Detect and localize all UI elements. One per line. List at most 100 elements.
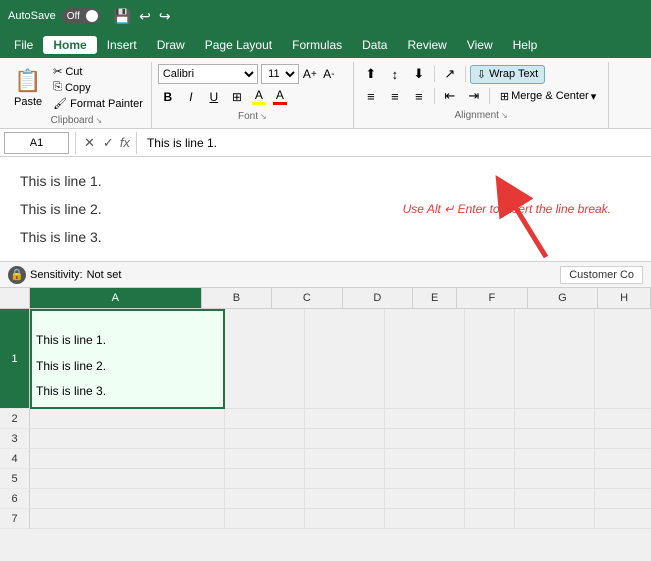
formula-cancel-button[interactable]: ✕ [82,133,97,153]
menu-help[interactable]: Help [503,36,548,54]
cell-a7[interactable] [30,509,225,529]
cell-g6[interactable] [595,489,651,509]
cell-g7[interactable] [595,509,651,529]
cell-b1[interactable] [225,309,305,409]
row-num-3[interactable]: 3 [0,429,30,449]
align-bottom-button[interactable]: ⬇ [408,64,430,84]
cell-f6[interactable] [515,489,595,509]
col-header-e[interactable]: E [413,288,457,308]
cell-e3[interactable] [465,429,515,449]
cell-b6[interactable] [225,489,305,509]
cell-e2[interactable] [465,409,515,429]
copy-button[interactable]: ⎘ Copy [51,80,145,95]
cell-g4[interactable] [595,449,651,469]
align-left-button[interactable]: ≡ [360,86,382,106]
redo-icon[interactable]: ↪ [159,8,171,25]
border-button[interactable]: ⊞ [227,87,247,107]
cell-g3[interactable] [595,429,651,449]
row-num-6[interactable]: 6 [0,489,30,509]
cell-g1[interactable] [595,309,651,409]
align-middle-button[interactable]: ↕ [384,64,406,84]
col-header-h[interactable]: H [598,288,651,308]
cell-g5[interactable] [595,469,651,489]
indent-less-button[interactable]: ⇤ [439,86,461,106]
align-center-button[interactable]: ≡ [384,86,406,106]
cell-d1[interactable] [385,309,465,409]
cell-g2[interactable] [595,409,651,429]
cell-d6[interactable] [385,489,465,509]
menu-home[interactable]: Home [43,36,96,54]
cell-c4[interactable] [305,449,385,469]
cell-c2[interactable] [305,409,385,429]
menu-review[interactable]: Review [397,36,456,54]
row-num-7[interactable]: 7 [0,509,30,529]
clipboard-expand-icon[interactable]: ↘ [95,116,102,125]
indent-more-button[interactable]: ⇥ [463,86,485,106]
undo-icon[interactable]: ↩ [139,8,151,25]
cell-b2[interactable] [225,409,305,429]
cell-e4[interactable] [465,449,515,469]
format-painter-button[interactable]: 🖌 Format Painter [51,96,145,111]
formula-input[interactable] [143,136,647,150]
menu-file[interactable]: File [4,36,43,54]
italic-button[interactable]: I [181,87,201,107]
cell-e1[interactable] [465,309,515,409]
cell-d7[interactable] [385,509,465,529]
cell-f7[interactable] [515,509,595,529]
cell-d3[interactable] [385,429,465,449]
font-size-decrease[interactable]: A- [321,64,337,84]
font-color-button[interactable]: A [271,86,289,107]
cell-a4[interactable] [30,449,225,469]
cell-a6[interactable] [30,489,225,509]
cell-f5[interactable] [515,469,595,489]
wrap-text-button[interactable]: ⇩ Wrap Text [470,65,545,84]
cell-b5[interactable] [225,469,305,489]
cell-d2[interactable] [385,409,465,429]
menu-insert[interactable]: Insert [97,36,147,54]
cell-f3[interactable] [515,429,595,449]
cell-d5[interactable] [385,469,465,489]
font-expand-icon[interactable]: ↘ [260,112,267,121]
cell-a3[interactable] [30,429,225,449]
cell-reference[interactable]: A1 [4,132,69,154]
underline-button[interactable]: U [204,87,224,107]
cell-c1[interactable] [305,309,385,409]
col-header-g[interactable]: G [528,288,598,308]
cell-b4[interactable] [225,449,305,469]
cell-f1[interactable] [515,309,595,409]
orientation-button[interactable]: ↗ [439,64,461,84]
col-header-f[interactable]: F [457,288,527,308]
align-right-button[interactable]: ≡ [408,86,430,106]
col-header-a[interactable]: A [30,288,202,308]
cell-f2[interactable] [515,409,595,429]
font-name-select[interactable]: Calibri [158,64,258,84]
cell-a1[interactable]: This is line 1. This is line 2. This is … [30,309,225,409]
alignment-expand-icon[interactable]: ↘ [501,111,508,120]
cell-b3[interactable] [225,429,305,449]
cell-a5[interactable] [30,469,225,489]
menu-formulas[interactable]: Formulas [282,36,352,54]
font-size-select[interactable]: 11 [261,64,299,84]
cell-b7[interactable] [225,509,305,529]
cell-c6[interactable] [305,489,385,509]
row-num-1[interactable]: 1 [0,309,30,409]
row-num-2[interactable]: 2 [0,409,30,429]
menu-data[interactable]: Data [352,36,397,54]
cell-a2[interactable] [30,409,225,429]
menu-draw[interactable]: Draw [147,36,195,54]
cell-f4[interactable] [515,449,595,469]
menu-page-layout[interactable]: Page Layout [195,36,282,54]
col-header-c[interactable]: C [272,288,342,308]
row-num-5[interactable]: 5 [0,469,30,489]
menu-view[interactable]: View [457,36,503,54]
customer-co-button[interactable]: Customer Co [560,266,643,284]
paste-button[interactable]: 📋 Paste [8,66,48,110]
cell-e5[interactable] [465,469,515,489]
merge-center-button[interactable]: ⊞ Merge & Center ▾ [494,87,602,106]
cut-button[interactable]: ✂ Cut [51,64,145,79]
align-top-button[interactable]: ⬆ [360,64,382,84]
cell-c7[interactable] [305,509,385,529]
row-num-4[interactable]: 4 [0,449,30,469]
font-size-increase[interactable]: A+ [302,64,318,84]
save-icon[interactable]: 💾 [114,8,131,25]
